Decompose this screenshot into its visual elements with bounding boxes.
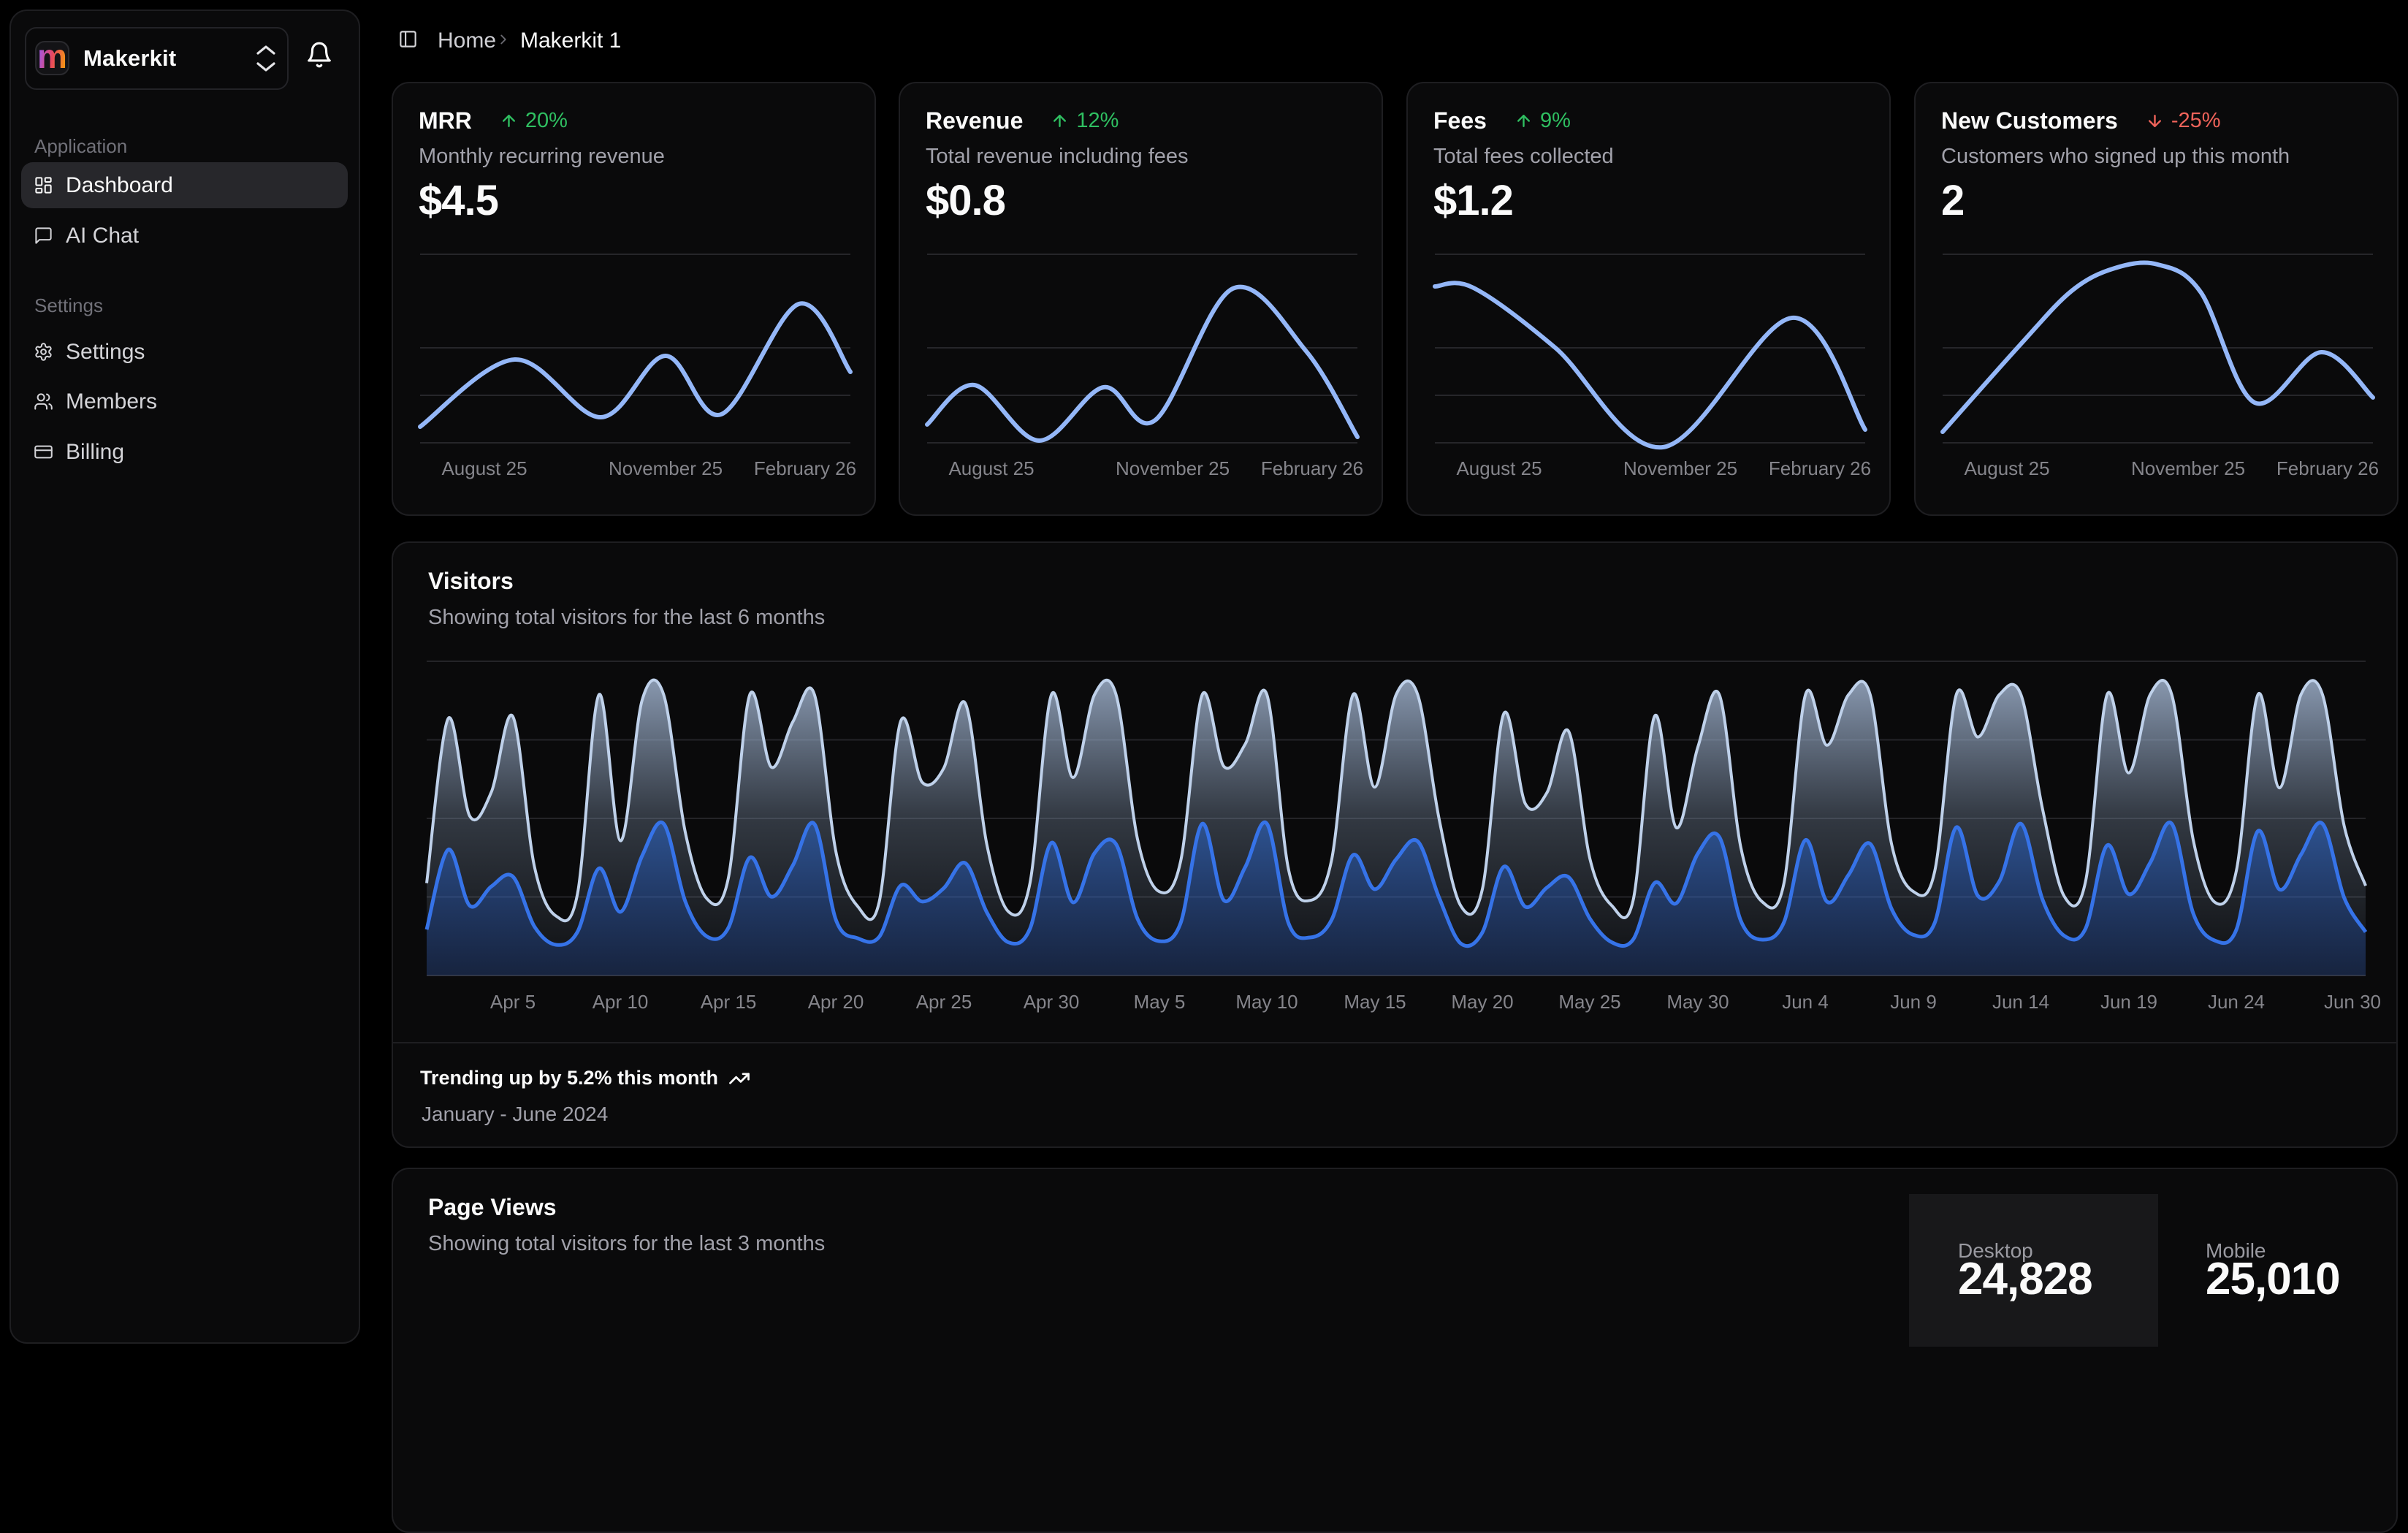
svg-text:August 25: August 25 — [1964, 457, 2049, 479]
svg-text:Jun 9: Jun 9 — [1890, 991, 1937, 1013]
svg-text:May 15: May 15 — [1344, 991, 1406, 1013]
svg-text:May 5: May 5 — [1134, 991, 1186, 1013]
svg-text:Jun 14: Jun 14 — [1992, 991, 2049, 1013]
svg-text:Apr 30: Apr 30 — [1024, 991, 1080, 1013]
svg-text:November 25: November 25 — [1623, 457, 1737, 479]
svg-text:November 25: November 25 — [1116, 457, 1230, 479]
svg-text:Jun 30: Jun 30 — [2324, 991, 2381, 1013]
svg-text:February 26: February 26 — [1261, 457, 1363, 479]
svg-text:Jun 19: Jun 19 — [2100, 991, 2157, 1013]
svg-text:May 10: May 10 — [1235, 991, 1298, 1013]
svg-text:August 25: August 25 — [1456, 457, 1542, 479]
svg-text:Apr 15: Apr 15 — [701, 991, 757, 1013]
svg-text:Jun 4: Jun 4 — [1782, 991, 1829, 1013]
svg-text:May 20: May 20 — [1451, 991, 1513, 1013]
svg-text:November 25: November 25 — [609, 457, 723, 479]
svg-text:August 25: August 25 — [948, 457, 1034, 479]
svg-text:Apr 5: Apr 5 — [490, 991, 536, 1013]
svg-text:Apr 25: Apr 25 — [916, 991, 972, 1013]
svg-text:Jun 24: Jun 24 — [2208, 991, 2265, 1013]
svg-text:February 26: February 26 — [754, 457, 856, 479]
svg-text:May 25: May 25 — [1558, 991, 1620, 1013]
svg-text:Apr 20: Apr 20 — [808, 991, 864, 1013]
svg-text:February 26: February 26 — [2276, 457, 2379, 479]
svg-text:August 25: August 25 — [441, 457, 527, 479]
svg-text:Apr 10: Apr 10 — [593, 991, 649, 1013]
svg-text:February 26: February 26 — [1769, 457, 1871, 479]
svg-text:November 25: November 25 — [2131, 457, 2245, 479]
svg-text:May 30: May 30 — [1666, 991, 1729, 1013]
